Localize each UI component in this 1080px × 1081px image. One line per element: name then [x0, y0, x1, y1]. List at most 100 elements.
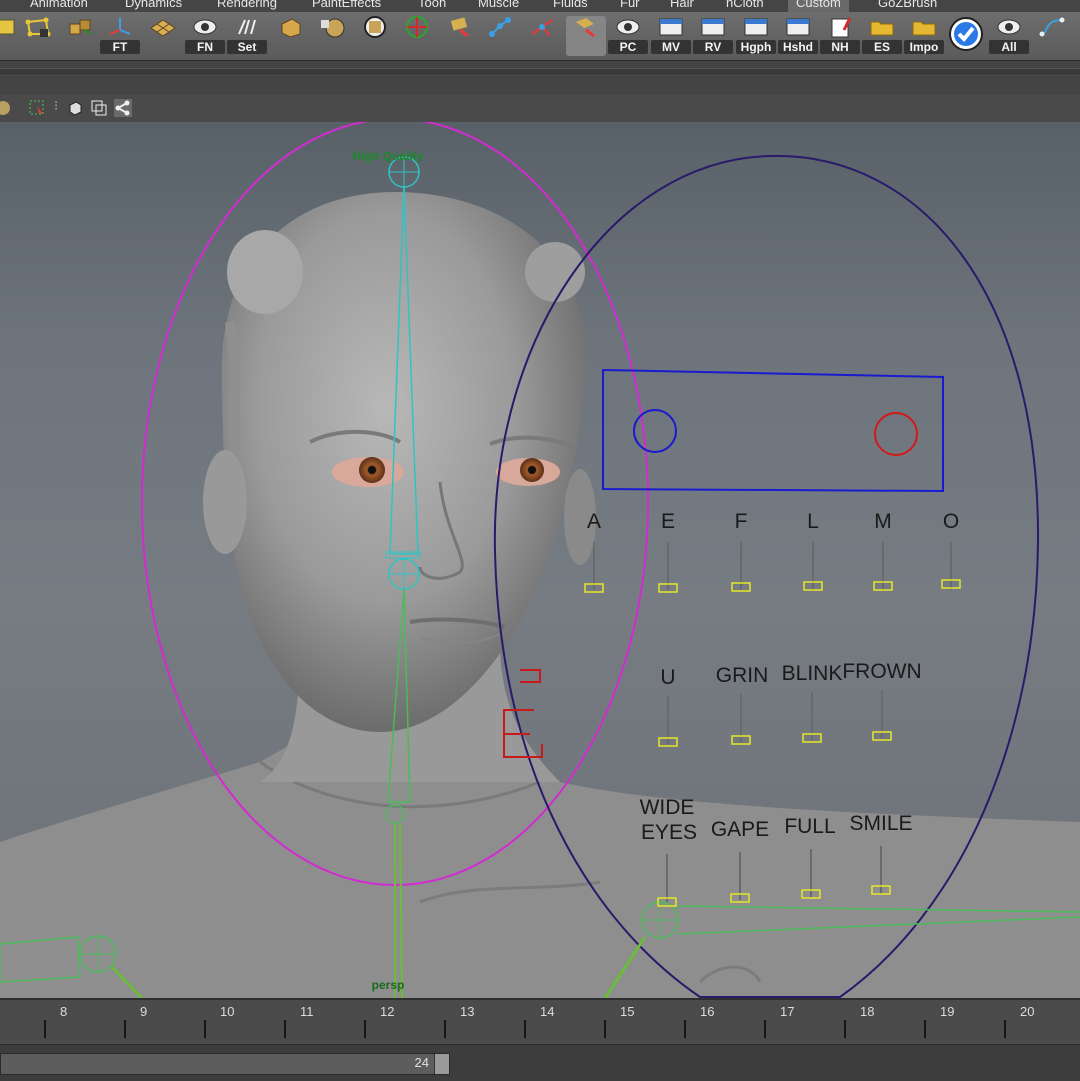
shelf-label-all: All: [989, 40, 1029, 54]
face-slider-row-1: A E F L M O: [587, 510, 959, 533]
tab-animation[interactable]: Animation: [30, 0, 88, 12]
wireframe-cube-icon[interactable]: [66, 99, 84, 117]
box-icon: [281, 18, 301, 38]
shelf-label-hgph: Hgph: [736, 40, 776, 54]
lattice-icon: [25, 17, 51, 37]
shelf-ik-button[interactable]: [522, 16, 562, 56]
shelf-toolbar: FT FN Set PC MV RV Hgph Hshd NH ES Impo …: [0, 12, 1080, 61]
slider-label-l: L: [807, 510, 819, 533]
shelf-box-button[interactable]: [270, 16, 310, 56]
joint-chain-icon: [489, 17, 511, 37]
shelf-bind-button[interactable]: [566, 16, 606, 56]
shelf-es-button[interactable]: ES: [862, 16, 902, 56]
timeline-tick-label: 17: [780, 1004, 795, 1019]
character-body[interactable]: [0, 191, 1080, 998]
shelf-hgph-button[interactable]: Hgph: [736, 16, 776, 56]
select-camera-icon[interactable]: [28, 99, 46, 117]
slider-track-row-1[interactable]: [593, 542, 952, 590]
slider-label-frown: FROWN: [842, 660, 921, 683]
range-slider-handle[interactable]: [434, 1054, 449, 1074]
tab-custom[interactable]: Custom: [788, 0, 849, 12]
shelf-set-button[interactable]: Set: [227, 16, 267, 56]
share-nodes-icon[interactable]: [114, 99, 132, 117]
timeline-tick-label: 19: [940, 1004, 955, 1019]
notepad-pencil-icon: [831, 17, 852, 38]
tab-hair[interactable]: Hair: [670, 0, 694, 12]
slider-label-wide: WIDE: [640, 796, 695, 819]
shelf-label-set: Set: [227, 40, 267, 54]
eye-control[interactable]: [602, 368, 944, 493]
timeline-tick-label: 8: [60, 1004, 68, 1019]
tab-ncloth[interactable]: nCloth: [726, 0, 764, 12]
slider-label-a: A: [587, 510, 601, 533]
face-slider-row-2: U GRIN BLINK FROWN: [660, 660, 921, 689]
shelf-curve-button[interactable]: [1032, 16, 1072, 56]
tab-gozbrush[interactable]: GoZBrush: [878, 0, 937, 12]
shelf-fn-button[interactable]: FN: [185, 16, 225, 56]
shelf-cube-button[interactable]: [60, 16, 100, 56]
shelf-check-button[interactable]: [946, 16, 986, 56]
shelf-all-button[interactable]: All: [989, 16, 1029, 56]
quality-label: High Quality: [353, 149, 424, 163]
tab-toon[interactable]: Toon: [418, 0, 446, 12]
range-slider-bar[interactable]: 24: [0, 1053, 450, 1075]
shelf-hshd-button[interactable]: Hshd: [778, 16, 818, 56]
slider-label-gape: GAPE: [711, 818, 769, 841]
shelf-ft-button[interactable]: FT: [100, 16, 140, 56]
shelf-label-impo: Impo: [904, 40, 944, 54]
divider: [0, 68, 1080, 74]
window-icon: [744, 18, 768, 36]
camera-icon[interactable]: [0, 99, 12, 117]
range-end-value: 24: [414, 1055, 429, 1070]
shelf-label-ft: FT: [100, 40, 140, 54]
shelf-lattice-button[interactable]: [18, 16, 58, 56]
shelf-nh-button[interactable]: NH: [820, 16, 860, 56]
tab-muscle[interactable]: Muscle: [478, 0, 519, 12]
timeline-tick-label: 18: [860, 1004, 875, 1019]
timeline-tick-label: 20: [1020, 1004, 1035, 1019]
shelf-globe-button[interactable]: [355, 16, 395, 56]
shelf-skin-button[interactable]: [440, 16, 480, 56]
shelf-sphere-button[interactable]: [313, 16, 353, 56]
slider-track-row-2[interactable]: [667, 690, 883, 744]
slider-label-full: FULL: [784, 815, 835, 838]
shelf-rv-button[interactable]: RV: [693, 16, 733, 56]
eye-icon: [616, 19, 640, 35]
timeline-tick-label: 11: [300, 1004, 314, 1019]
overlap-icon[interactable]: [90, 99, 108, 117]
shelf-label-hshd: Hshd: [778, 40, 818, 54]
globe-icon: [364, 16, 386, 38]
shelf-tabs: Animation Dynamics Rendering PaintEffect…: [0, 0, 1080, 12]
tab-fluids[interactable]: Fluids: [553, 0, 588, 12]
range-slider: 24: [0, 1044, 1080, 1081]
axis-icon: [109, 18, 131, 35]
sphere-icon: [321, 18, 345, 38]
shelf-mv-button[interactable]: MV: [651, 16, 691, 56]
timeline-tick-label: 14: [540, 1004, 555, 1019]
tab-fur[interactable]: Fur: [620, 0, 640, 12]
eye-icon: [997, 19, 1021, 35]
slider-label-f: F: [735, 510, 748, 533]
shelf-pc-button[interactable]: PC: [608, 16, 648, 56]
checkmark-icon: [949, 17, 983, 51]
shelf-label-nh: NH: [820, 40, 860, 54]
tab-dynamics[interactable]: Dynamics: [125, 0, 182, 12]
tab-rendering[interactable]: Rendering: [217, 0, 277, 12]
toolbar-divider: ⁝: [54, 99, 59, 114]
viewport-scene: High Quality persp A E F L M O U GRIN BL…: [0, 122, 1080, 998]
slider-label-eyes: EYES: [641, 821, 697, 844]
shelf-label-fn: FN: [185, 40, 225, 54]
slider-label-blink: BLINK: [782, 662, 843, 685]
shelf-label-pc: PC: [608, 40, 648, 54]
perspective-viewport[interactable]: High Quality persp A E F L M O U GRIN BL…: [0, 122, 1080, 998]
shelf-grid-button[interactable]: [143, 16, 183, 56]
shelf-joint-button[interactable]: [480, 16, 520, 56]
tab-painteffects[interactable]: PaintEffects: [312, 0, 381, 12]
slider-handle-row-2[interactable]: [658, 731, 892, 747]
shelf-wireball-button[interactable]: [397, 16, 437, 56]
curve-icon: [1039, 17, 1065, 37]
ik-handle-icon: [531, 19, 553, 37]
shelf-impo-button[interactable]: Impo: [904, 16, 944, 56]
panel-toolbar: ⁝: [0, 95, 1080, 122]
time-slider[interactable]: 8 9 10 11 12 13 14 15 16 17 18 19 20: [0, 998, 1080, 1044]
